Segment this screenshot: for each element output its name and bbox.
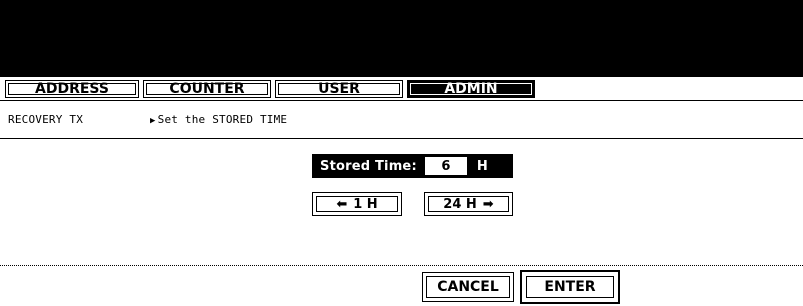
right-arrow-icon: ➡ [482,196,494,212]
stored-time-unit: H [476,158,488,174]
context-label: RECOVERY TX [8,113,84,126]
tab-user[interactable]: USER [275,80,403,98]
tab-bar: ADDRESS COUNTER USER ADMIN [5,80,535,98]
cancel-button[interactable]: CANCEL [422,272,514,302]
play-arrow-icon: ▶ [150,116,156,126]
increase-24h-button[interactable]: 24 H ➡ [424,192,513,216]
top-banner [0,0,803,77]
tab-counter[interactable]: COUNTER [143,80,271,98]
stored-time-display: Stored Time: 6 H [312,154,513,178]
tab-admin[interactable]: ADMIN [407,80,535,98]
decrease-1h-button[interactable]: ⬅ 1 H [312,192,402,216]
instruction-text: Set the STORED TIME [157,113,288,126]
dotted-divider [0,265,803,266]
stored-time-value: 6 [424,157,467,175]
divider-top [0,100,803,101]
left-arrow-icon: ⬅ [336,196,348,212]
instruction-line: ▶ Set the STORED TIME [150,113,287,126]
tab-address[interactable]: ADDRESS [5,80,139,98]
stored-time-label: Stored Time: [320,158,417,174]
enter-button[interactable]: ENTER [520,270,620,304]
divider-under-instruction [0,138,803,139]
